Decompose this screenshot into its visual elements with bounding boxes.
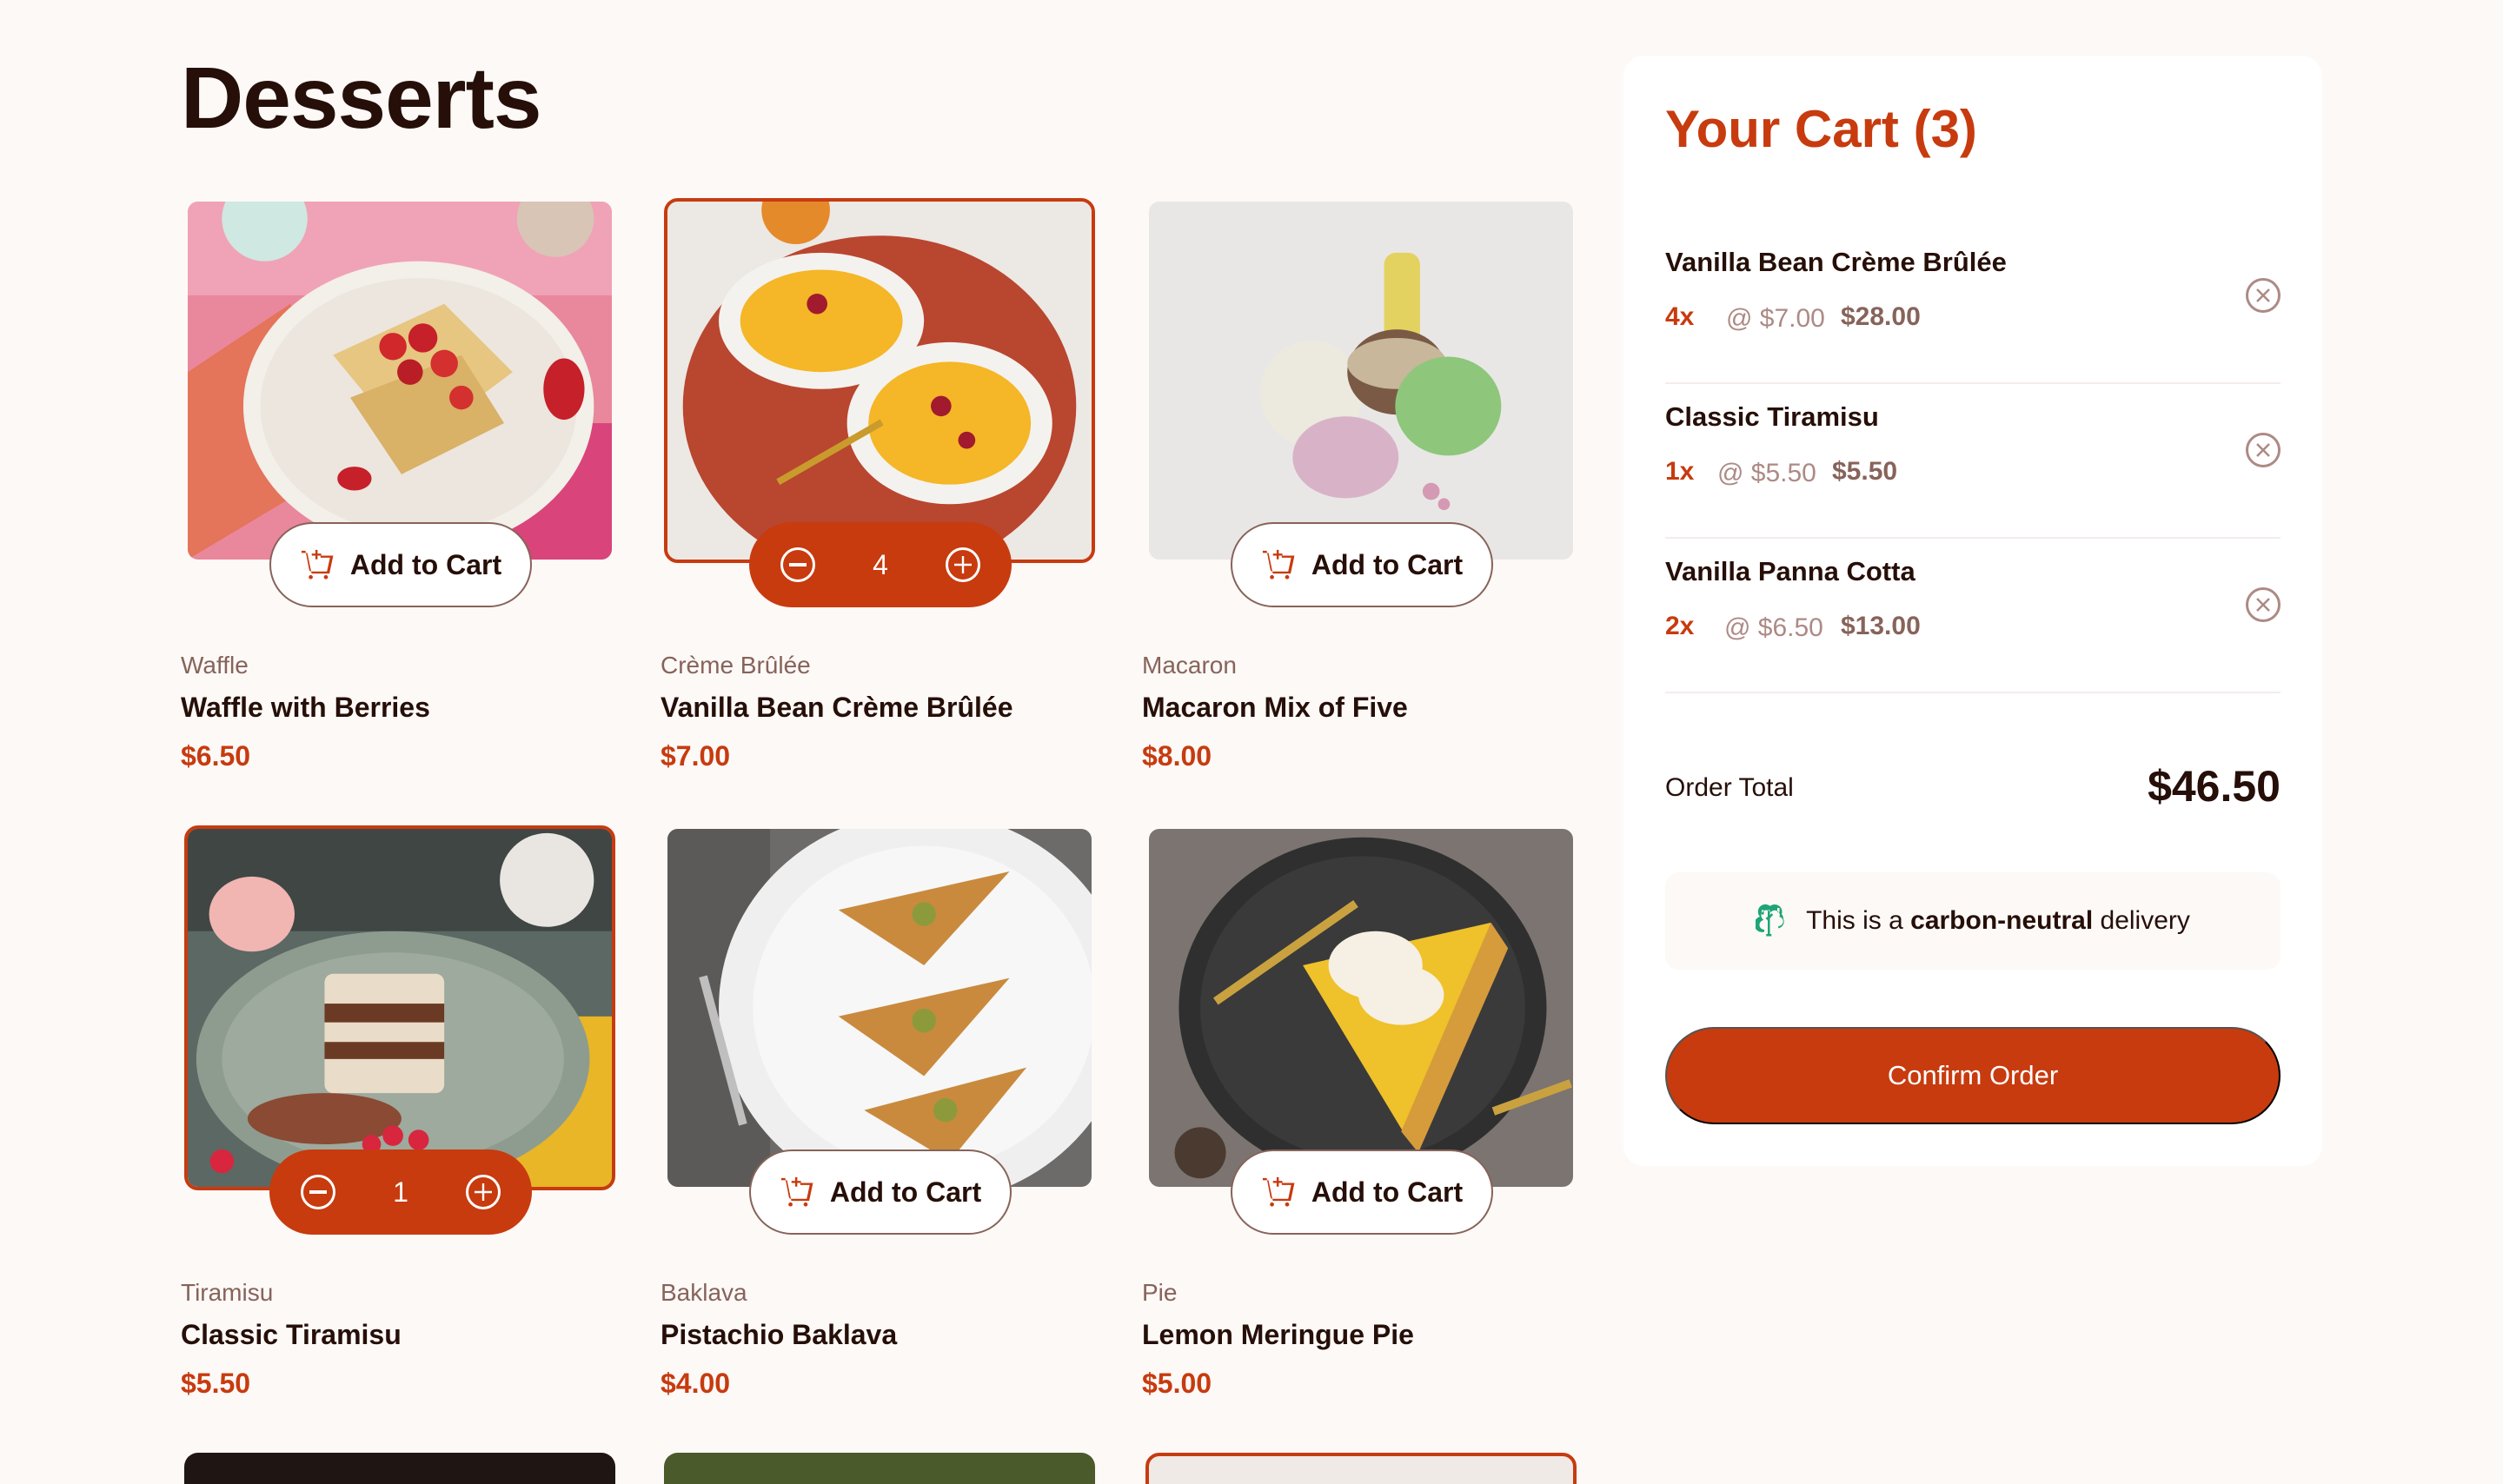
waffle-image (184, 198, 615, 563)
remove-item-button[interactable] (2246, 433, 2281, 467)
cart-panel: Your Cart (3) Vanilla Bean Crème Brûlée … (1623, 56, 2322, 1166)
increment-button[interactable] (465, 1175, 501, 1209)
remove-item-button[interactable] (2246, 278, 2281, 313)
add-cart-icon (301, 549, 334, 580)
carbon-text: This is a carbon-neutral delivery (1806, 906, 2190, 935)
baklava-image (664, 825, 1095, 1190)
product-name: Lemon Meringue Pie (1142, 1319, 1414, 1350)
add-to-cart-button[interactable]: Add to Cart (1231, 1149, 1493, 1235)
cart-item-quantity: 2x (1665, 612, 1695, 640)
quantity-value: 4 (873, 548, 888, 580)
cart-item-unit-price: @ $6.50 (1724, 613, 1823, 642)
cart-item-total: $13.00 (1841, 612, 1921, 640)
order-total-label: Order Total (1665, 773, 1794, 802)
product-category: Waffle (181, 652, 249, 679)
order-total-value: $46.50 (2148, 762, 2281, 811)
add-to-cart-button[interactable]: Add to Cart (269, 522, 532, 607)
cart-item: Vanilla Bean Crème Brûlée 4x @ $7.00 $28… (1665, 229, 2281, 384)
cart-item-total: $5.50 (1832, 457, 1898, 486)
add-to-cart-button[interactable]: Add to Cart (1231, 522, 1493, 607)
cart-item-total: $28.00 (1841, 302, 1921, 331)
product-category: Baklava (661, 1279, 747, 1306)
cart-item-unit-price: @ $5.50 (1717, 459, 1816, 487)
product-card: Add to Cart Pie Lemon Meringue Pie $5.00 (1142, 824, 1577, 1414)
add-to-cart-label: Add to Cart (829, 1176, 982, 1208)
product-card (661, 1451, 1095, 1484)
cart-item: Classic Tiramisu 1x @ $5.50 $5.50 (1665, 384, 2281, 539)
decrement-button[interactable] (301, 1175, 335, 1209)
add-cart-icon (780, 1176, 813, 1207)
minus-icon (789, 563, 807, 566)
cart-item-name: Vanilla Panna Cotta (1665, 556, 1915, 586)
page-title: Desserts (181, 50, 542, 147)
cart-item-quantity: 4x (1665, 302, 1695, 331)
cart-title: Your Cart (3) (1665, 100, 1977, 158)
product-name: Vanilla Bean Crème Brûlée (661, 692, 1013, 723)
product-price: $4.00 (661, 1368, 731, 1399)
cart-item-name: Classic Tiramisu (1665, 401, 1879, 432)
quantity-stepper: 4 (749, 522, 1012, 607)
product-price: $6.50 (181, 740, 251, 772)
quantity-value: 1 (393, 1176, 408, 1208)
product-name: Pistachio Baklava (661, 1319, 898, 1350)
minus-icon (309, 1190, 327, 1194)
add-to-cart-button[interactable]: Add to Cart (749, 1149, 1012, 1235)
product-card: Add to Cart Waffle Waffle with Berries $… (181, 196, 615, 787)
product-card: Add to Cart Baklava Pistachio Baklava $4… (661, 824, 1095, 1414)
cart-item-name: Vanilla Bean Crème Brûlée (1665, 247, 2007, 277)
product-image (664, 1453, 1095, 1484)
tree-icon (1756, 904, 1784, 937)
product-category: Macaron (1142, 652, 1237, 679)
product-card: Add to Cart Macaron Macaron Mix of Five … (1142, 196, 1577, 787)
quantity-stepper: 1 (269, 1149, 532, 1235)
close-icon (2256, 598, 2270, 612)
product-card (1142, 1451, 1577, 1484)
cart-item: Vanilla Panna Cotta 2x @ $6.50 $13.00 (1665, 539, 2281, 693)
add-to-cart-label: Add to Cart (1311, 548, 1464, 580)
plus-icon (474, 1183, 492, 1201)
page: Desserts Add to Cart Waffle Waffle with … (0, 0, 2503, 1484)
remove-item-button[interactable] (2246, 587, 2281, 622)
macaron-image (1145, 198, 1577, 563)
product-category: Pie (1142, 1279, 1178, 1306)
tiramisu-image (184, 825, 615, 1190)
product-name: Macaron Mix of Five (1142, 692, 1408, 723)
creme-brulee-image (664, 198, 1095, 563)
decrement-button[interactable] (780, 547, 815, 582)
add-cart-icon (1262, 1176, 1295, 1207)
product-name: Classic Tiramisu (181, 1319, 402, 1350)
product-price: $5.50 (181, 1368, 251, 1399)
product-card: 4 Crème Brûlée Vanilla Bean Crème Brûlée… (661, 196, 1095, 787)
increment-button[interactable] (945, 547, 980, 582)
add-to-cart-label: Add to Cart (1311, 1176, 1464, 1208)
plus-icon (953, 556, 972, 573)
product-image (184, 1453, 615, 1484)
carbon-neutral-notice: This is a carbon-neutral delivery (1665, 872, 2281, 970)
add-cart-icon (1262, 549, 1295, 580)
product-price: $5.00 (1142, 1368, 1212, 1399)
product-price: $8.00 (1142, 740, 1212, 772)
product-card: 1 Tiramisu Classic Tiramisu $5.50 (181, 824, 615, 1414)
product-category: Tiramisu (181, 1279, 274, 1306)
close-icon (2256, 288, 2270, 302)
close-icon (2256, 443, 2270, 457)
cart-item-quantity: 1x (1665, 457, 1695, 486)
cart-item-unit-price: @ $7.00 (1726, 304, 1825, 333)
add-to-cart-label: Add to Cart (349, 548, 502, 580)
product-category: Crème Brûlée (661, 652, 811, 679)
product-price: $7.00 (661, 740, 731, 772)
pie-image (1145, 825, 1577, 1190)
product-card (181, 1451, 615, 1484)
confirm-order-button[interactable]: Confirm Order (1665, 1027, 2281, 1124)
product-name: Waffle with Berries (181, 692, 430, 723)
product-image (1145, 1453, 1577, 1484)
